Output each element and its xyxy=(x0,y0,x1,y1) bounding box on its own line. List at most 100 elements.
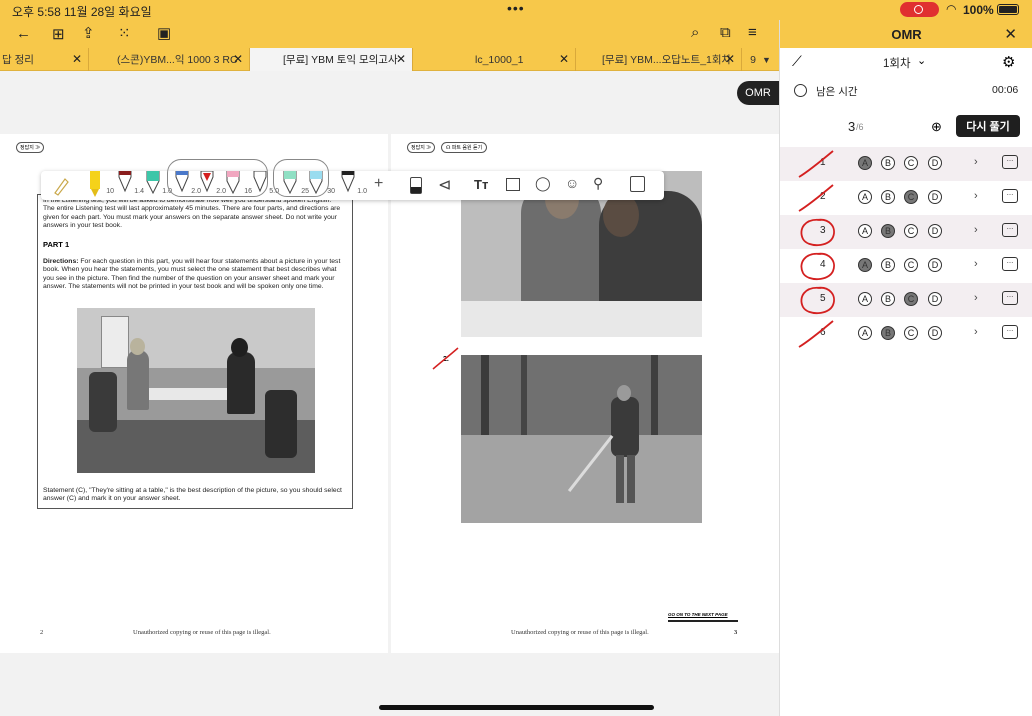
choice-bubble-d[interactable]: D xyxy=(928,224,942,238)
choice-bubble-c[interactable]: C xyxy=(904,224,918,238)
answer-row[interactable]: 3 A B C D ›… xyxy=(780,215,1032,249)
sticker-tool-icon[interactable]: ☺ xyxy=(565,175,579,191)
choice-bubble-c[interactable]: C xyxy=(904,190,918,204)
multitask-dots[interactable]: ••• xyxy=(507,0,525,16)
bookmark-add-icon[interactable]: ⧉ xyxy=(720,24,731,41)
choice-bubble-a[interactable]: A xyxy=(858,326,872,340)
answer-row[interactable]: 4 A B C D ›… xyxy=(780,249,1032,283)
pen-blue-icon[interactable]: 2.0 xyxy=(173,170,201,200)
pen-red-selected-icon[interactable]: 2.0 xyxy=(198,170,226,200)
chevron-down-icon[interactable]: ⌄ xyxy=(917,54,926,67)
highlighter-cyan-icon[interactable]: 30 xyxy=(307,170,335,200)
choice-bubble-a[interactable]: A xyxy=(858,292,872,306)
gear-icon[interactable]: ⚙ xyxy=(1002,53,1015,71)
answer-key-badge[interactable]: 정답지 ≫ xyxy=(407,142,436,153)
omr-header: OMR ✕ xyxy=(780,20,1032,48)
choice-bubble-a[interactable]: A xyxy=(858,224,872,238)
chevron-right-icon[interactable]: › xyxy=(974,190,978,202)
pen-red-icon[interactable]: 1.4 xyxy=(116,170,144,200)
highlighter-green-icon[interactable]: 25 xyxy=(281,170,309,200)
play-audio-button[interactable]: ☊ 파트 음원 듣기 xyxy=(441,142,488,153)
tab-rc[interactable]: (스콘)YBM...익 1000 3 RC ✕ xyxy=(89,48,250,71)
link-tool-icon[interactable]: ⚲ xyxy=(593,175,603,192)
apps-icon[interactable]: ⁙ xyxy=(118,24,131,42)
choice-bubble-d[interactable]: D xyxy=(928,156,942,170)
add-pen-button[interactable]: + xyxy=(374,175,383,193)
share-icon[interactable]: ⇪ xyxy=(82,24,95,42)
tab-lc[interactable]: lc_1000_1 ✕ xyxy=(413,48,576,71)
comment-icon[interactable]: … xyxy=(1002,223,1018,237)
comment-tool-icon[interactable]: ◯ xyxy=(535,175,551,192)
choice-bubble-d[interactable]: D xyxy=(928,190,942,204)
choice-bubble-d[interactable]: D xyxy=(928,292,942,306)
answer-row[interactable]: 1 A B C D ›… xyxy=(780,147,1032,181)
lasso-select-icon[interactable]: ⊲ xyxy=(438,175,451,195)
choice-bubble-b[interactable]: B xyxy=(881,258,895,272)
tab-wrong-note[interactable]: [무료] YBM...오답노트_1회차 ✕ xyxy=(576,48,742,71)
clock-icon xyxy=(794,84,807,97)
shape-tool-icon[interactable] xyxy=(630,176,645,192)
chevron-right-icon[interactable]: › xyxy=(974,292,978,304)
close-icon[interactable]: ✕ xyxy=(72,52,82,66)
round-selector[interactable]: 1회차 xyxy=(883,55,911,71)
tab-overflow[interactable]: 9 ▼ xyxy=(742,48,779,71)
eraser-icon[interactable] xyxy=(410,177,422,194)
choice-bubble-d[interactable]: D xyxy=(928,258,942,272)
answer-row[interactable]: 5 A B C D ›… xyxy=(780,283,1032,317)
choice-bubble-c[interactable]: C xyxy=(904,326,918,340)
omr-toggle-button[interactable]: OMR xyxy=(737,81,779,105)
comment-icon[interactable]: … xyxy=(1002,155,1018,169)
close-icon[interactable]: ✕ xyxy=(559,52,569,66)
choice-bubble-d[interactable]: D xyxy=(928,326,942,340)
search-icon[interactable]: ⌕ xyxy=(691,24,699,41)
answer-key-badge[interactable]: 정답지 ≫ xyxy=(16,142,45,153)
graph-icon[interactable]: ⟋ xyxy=(792,53,802,70)
choice-bubble-b[interactable]: B xyxy=(881,190,895,204)
choice-bubble-a[interactable]: A xyxy=(858,258,872,272)
comment-icon[interactable]: … xyxy=(1002,325,1018,339)
choice-bubble-c[interactable]: C xyxy=(904,156,918,170)
grid-view-icon[interactable]: ⊞ xyxy=(52,25,65,43)
comment-icon[interactable]: … xyxy=(1002,257,1018,271)
text-tool-icon[interactable]: Tт xyxy=(474,177,488,192)
close-icon[interactable]: ✕ xyxy=(396,52,406,66)
chevron-right-icon[interactable]: › xyxy=(974,326,978,338)
pen-pink-icon[interactable]: 16 xyxy=(224,170,252,200)
tab-label: [무료] YBM 토익 모의고사 xyxy=(283,54,398,66)
choice-bubble-a[interactable]: A xyxy=(858,190,872,204)
choice-bubble-c[interactable]: C xyxy=(904,292,918,306)
image-tool-icon[interactable] xyxy=(506,178,520,191)
close-icon[interactable]: ✕ xyxy=(233,52,243,66)
chevron-right-icon[interactable]: › xyxy=(974,258,978,270)
close-icon[interactable]: ✕ xyxy=(725,52,735,66)
comment-icon[interactable]: … xyxy=(1002,189,1018,203)
lasso-pencil-icon[interactable] xyxy=(51,171,73,200)
chevron-right-icon[interactable]: › xyxy=(974,156,978,168)
choice-bubble-c[interactable]: C xyxy=(904,258,918,272)
answer-row[interactable]: 2 A B C D ›… xyxy=(780,181,1032,215)
document-viewer[interactable]: 정답지 ≫ In the Listening test, you will be… xyxy=(0,71,779,716)
choice-bubble-b[interactable]: B xyxy=(881,326,895,340)
answer-row[interactable]: 6 A B C D ›… xyxy=(780,317,1032,351)
choice-bubble-a[interactable]: A xyxy=(858,156,872,170)
tab-mock-test[interactable]: [무료] YBM 토익 모의고사 ✕ xyxy=(250,48,413,71)
tab-answers[interactable]: 답 정리 ✕ xyxy=(0,48,89,71)
choice-bubble-b[interactable]: B xyxy=(881,292,895,306)
pen-teal-icon[interactable]: 1.0 xyxy=(144,170,172,200)
comment-icon[interactable]: … xyxy=(1002,291,1018,305)
pen-black-icon[interactable]: 1.0 xyxy=(339,170,367,200)
highlighter-yellow-icon[interactable]: 10 xyxy=(86,171,114,200)
choice-bubble-b[interactable]: B xyxy=(881,156,895,170)
close-icon[interactable]: ✕ xyxy=(1004,25,1017,43)
add-note-icon[interactable]: ⊕ xyxy=(931,119,942,135)
pen-gray-icon[interactable]: 5.0 xyxy=(251,170,279,200)
layout-icon[interactable]: ▣ xyxy=(157,24,171,42)
recording-indicator[interactable] xyxy=(900,2,939,17)
chevron-right-icon[interactable]: › xyxy=(974,224,978,236)
retry-button[interactable]: 다시 풀기 xyxy=(956,115,1020,137)
menu-list-icon[interactable]: ≡ xyxy=(748,24,757,41)
battery-icon xyxy=(997,4,1019,15)
choice-bubble-b[interactable]: B xyxy=(881,224,895,238)
back-arrow-icon[interactable]: ← xyxy=(16,25,31,42)
home-indicator[interactable] xyxy=(379,705,654,710)
